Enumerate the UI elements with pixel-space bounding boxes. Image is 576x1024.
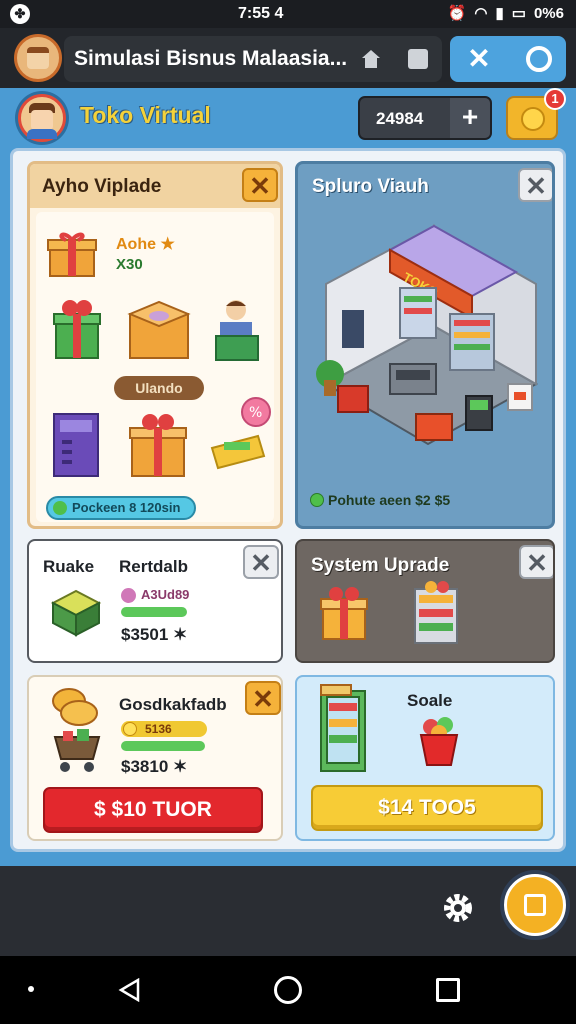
app-avatar-icon[interactable]: [14, 34, 62, 82]
player-avatar[interactable]: [18, 94, 66, 142]
coin-icon: [521, 107, 545, 131]
settings-gear-icon[interactable]: [440, 890, 476, 926]
recents-icon[interactable]: [436, 978, 460, 1002]
green-gift-icon[interactable]: [50, 298, 104, 360]
scale-buy-button[interactable]: $14 TOO5: [311, 785, 543, 831]
goods-price: $3810 ✶: [121, 757, 188, 776]
coin-value: 24984: [376, 109, 424, 128]
signal-icon: ▮: [495, 5, 504, 22]
upgrade-card-header: Ayho Viplade ✕: [30, 164, 280, 208]
title-pill[interactable]: Simulasi Bisnus Malaasia...: [64, 36, 442, 82]
nav-dot-icon: [28, 986, 34, 992]
home-icon[interactable]: [360, 48, 382, 70]
svg-text:%: %: [249, 405, 262, 421]
register-machine-icon[interactable]: [50, 408, 104, 480]
close-system-upgrade-button[interactable]: ✕: [519, 545, 553, 579]
goods-progress-bar: [121, 741, 205, 751]
green-crate-icon[interactable]: [49, 587, 103, 637]
tools-icon[interactable]: ✕: [464, 44, 494, 74]
app-top-bar: Simulasi Bisnus Malaasia... ✕: [0, 28, 576, 88]
coin-dot-icon: [123, 722, 137, 736]
shop-title: Toko Virtual: [80, 102, 211, 128]
close-rentals-button[interactable]: ✕: [243, 545, 279, 579]
scale-title: Soale: [407, 691, 453, 710]
goods-tag-text: 5136: [145, 722, 172, 736]
record-icon[interactable]: [526, 46, 552, 72]
game-frame: Toko Virtual 24984 + 1 Ayho Viplade ✕ Ao…: [0, 88, 576, 866]
upgrade-gift-icon[interactable]: [317, 585, 371, 641]
cash-tray-icon[interactable]: %: [208, 396, 272, 476]
featured-item-name: Aohe ★: [116, 236, 175, 253]
rentals-card: Ruake Rertdalb ✕ A3Ud89 $3501 ✶: [27, 539, 283, 663]
shop-board: Ayho Viplade ✕ Aohe ★ X30 Ulando % Pocke…: [10, 148, 566, 852]
system-upgrade-title: System Uprade: [311, 555, 450, 576]
upgrade-progress: Pockeen 8 120sin: [46, 496, 196, 520]
rentals-tag: A3Ud89: [121, 587, 189, 605]
store-status-text: Pohute aeen $2 $5: [328, 492, 451, 508]
game-header: Toko Virtual 24984 + 1: [0, 88, 576, 148]
rentals-title-left: Ruake: [43, 557, 95, 576]
status-icons: ⏰ ◠ ▮ ▭ 0%6: [447, 4, 564, 23]
status-dot-icon: [310, 493, 324, 507]
add-coins-button[interactable]: +: [450, 98, 490, 138]
scale-card: Soale $14 TOO5: [295, 675, 555, 841]
extension-icon[interactable]: [408, 49, 428, 69]
edit-icon: [524, 894, 546, 916]
close-goods-button[interactable]: ✕: [245, 681, 281, 715]
back-icon[interactable]: [118, 978, 142, 1002]
goods-card: Gosdkakfadb ✕ 5136 $3810 ✶ $ $10 TUOR: [27, 675, 283, 841]
edit-fab-button[interactable]: [504, 874, 566, 936]
shelf-unit-icon[interactable]: [409, 579, 463, 645]
goods-buy-button[interactable]: $ $10 TUOR: [43, 787, 263, 833]
tag-dot-icon: [121, 588, 136, 603]
close-upgrade-button[interactable]: ✕: [242, 168, 278, 202]
shopkeeper-icon[interactable]: [214, 296, 260, 362]
upgrade-card-body: Aohe ★ X30 Ulando % Pockeen 8 120sin: [36, 212, 274, 522]
rewards-button[interactable]: 1: [506, 88, 566, 140]
progress-dot-icon: [53, 501, 67, 515]
notification-badge: 1: [544, 88, 566, 110]
upgrade-card-title: Ayho Viplade: [42, 176, 162, 197]
battery-icon: ▭: [511, 5, 526, 22]
top-actions: ✕: [450, 36, 566, 82]
fridge-shelf-icon[interactable]: [315, 683, 371, 775]
rentals-price: $3501 ✶: [121, 625, 188, 644]
goods-tag: 5136: [121, 721, 207, 737]
close-store-view-button[interactable]: ✕: [518, 168, 552, 202]
upgrade-progress-label: Pockeen 8 120sin: [72, 500, 181, 515]
wifi-icon: ◠: [474, 5, 488, 22]
home-nav-icon[interactable]: [274, 976, 302, 1004]
upgrade-card: Ayho Viplade ✕ Aohe ★ X30 Ulando % Pocke…: [27, 161, 283, 529]
app-notification-icon: ✤: [10, 4, 30, 24]
store-view-card: Spluro Viauh ✕ TOKO Pohute aeen $2 $5: [295, 161, 555, 529]
rentals-tag-text: A3Ud89: [141, 587, 190, 602]
store-status: Pohute aeen $2 $5: [310, 492, 450, 508]
cardboard-box-icon[interactable]: [126, 300, 192, 360]
status-time: 7:55 4: [238, 5, 284, 22]
bread-icon[interactable]: [49, 685, 101, 727]
coin-counter: 24984 +: [358, 96, 492, 140]
fruit-basket-icon[interactable]: [417, 713, 461, 767]
status-bar: ✤ 7:55 4 ⏰ ◠ ▮ ▭ 0%6: [0, 0, 576, 28]
rentals-title-right: Rertdalb: [119, 557, 188, 576]
android-nav-bar: [0, 956, 576, 1024]
rentals-progress-bar: [121, 607, 187, 617]
battery-text: 0%6: [533, 4, 564, 22]
goods-title: Gosdkakfadb: [119, 695, 227, 714]
app-title: Simulasi Bisnus Malaasia...: [74, 47, 348, 70]
system-upgrade-card: System Uprade ✕: [295, 539, 555, 663]
store-view-title: Spluro Viauh: [312, 176, 429, 197]
present-box-icon[interactable]: [126, 412, 190, 478]
alarm-icon: ⏰: [447, 5, 467, 22]
gift-box-icon[interactable]: [46, 230, 98, 278]
shopping-cart-icon[interactable]: [49, 727, 105, 775]
category-label: Ulando: [114, 376, 204, 400]
featured-item-qty: X30: [116, 256, 143, 273]
isometric-store-illustration[interactable]: TOKO: [316, 214, 540, 474]
